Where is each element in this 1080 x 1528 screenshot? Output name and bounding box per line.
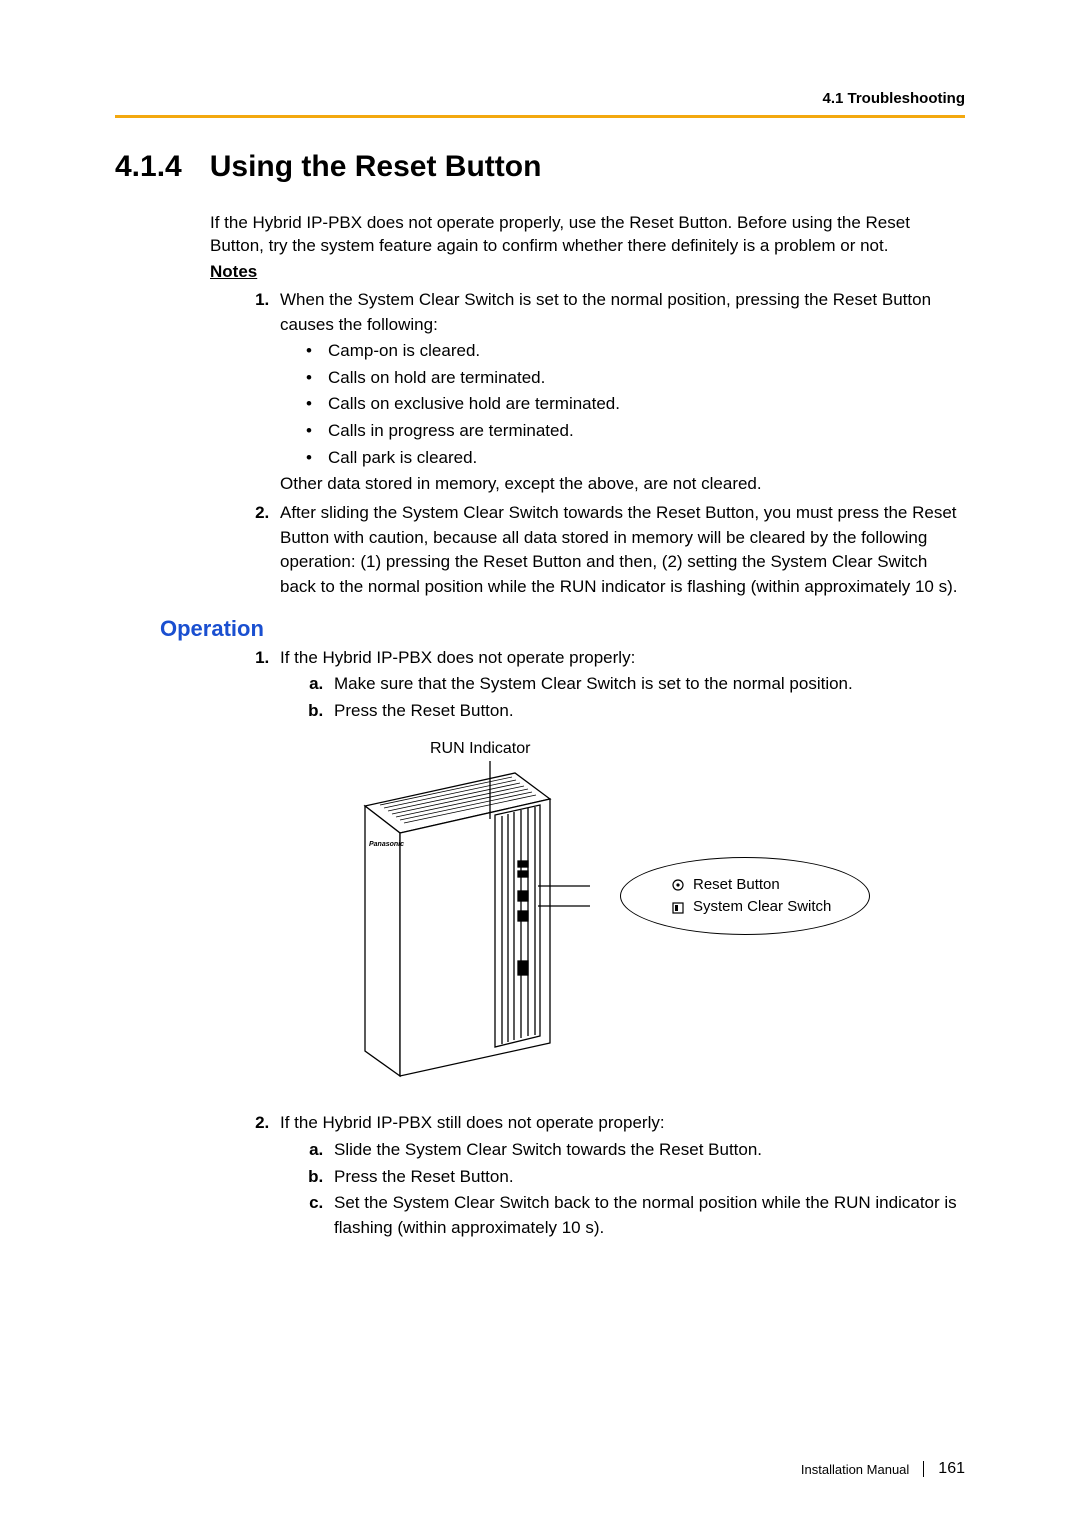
device-brand-label: Panasonic: [369, 841, 404, 848]
bullet-item: Camp-on is cleared.: [328, 339, 965, 364]
op-2-sublist: Slide the System Clear Switch towards th…: [280, 1138, 965, 1241]
note-1-bullets: Camp-on is cleared. Calls on hold are te…: [280, 339, 965, 470]
bullet-item: Calls on exclusive hold are terminated.: [328, 392, 965, 417]
section-title: Using the Reset Button: [210, 150, 542, 184]
footer-doc-title: Installation Manual: [801, 1462, 909, 1477]
callout-switch-row: System Clear Switch: [671, 896, 831, 919]
footer-divider: [923, 1461, 924, 1477]
callout-switch-label: System Clear Switch: [693, 896, 831, 919]
operation-block: If the Hybrid IP-PBX does not operate pr…: [210, 646, 965, 1241]
section-number: 4.1.4: [115, 150, 182, 184]
op-1-sub-a: Make sure that the System Clear Switch i…: [328, 672, 965, 697]
bullet-item: Call park is cleared.: [328, 446, 965, 471]
callout-reset-row: Reset Button: [671, 874, 780, 897]
op-2-lead: If the Hybrid IP-PBX still does not oper…: [280, 1113, 665, 1132]
header-rule: [115, 115, 965, 118]
note-1-lead: When the System Clear Switch is set to t…: [280, 290, 931, 334]
op-2-sub-c: Set the System Clear Switch back to the …: [328, 1191, 965, 1240]
note-item-1: When the System Clear Switch is set to t…: [274, 288, 965, 497]
notes-ordered-list: When the System Clear Switch is set to t…: [210, 288, 965, 600]
run-indicator-label: RUN Indicator: [430, 737, 530, 760]
note-2-text: After sliding the System Clear Switch to…: [280, 503, 957, 596]
intro-text: If the Hybrid IP-PBX does not operate pr…: [210, 212, 965, 258]
page: 4.1 Troubleshooting 4.1.4 Using the Rese…: [0, 0, 1080, 1528]
device-illustration: Panasonic: [340, 761, 590, 1091]
device-figure: RUN Indicator: [340, 737, 900, 1097]
running-header: 4.1 Troubleshooting: [115, 90, 965, 107]
section-heading: 4.1.4 Using the Reset Button: [115, 150, 965, 184]
operation-heading: Operation: [160, 616, 965, 642]
op-item-2: If the Hybrid IP-PBX still does not oper…: [274, 1111, 965, 1240]
bullet-item: Calls in progress are terminated.: [328, 419, 965, 444]
callout-bubble: Reset Button System Clear Switch: [620, 857, 870, 935]
page-footer: Installation Manual 161: [801, 1460, 965, 1478]
op-2-sub-a: Slide the System Clear Switch towards th…: [328, 1138, 965, 1163]
op-item-1: If the Hybrid IP-PBX does not operate pr…: [274, 646, 965, 1098]
bullet-item: Calls on hold are terminated.: [328, 366, 965, 391]
op-1-sublist: Make sure that the System Clear Switch i…: [280, 672, 965, 723]
page-number: 161: [938, 1460, 965, 1478]
system-clear-switch-icon: [671, 901, 685, 915]
callout-reset-label: Reset Button: [693, 874, 780, 897]
op-1-sub-b: Press the Reset Button.: [328, 699, 965, 724]
notes-list-block: When the System Clear Switch is set to t…: [210, 288, 965, 600]
reset-button-icon: [671, 878, 685, 892]
operation-ordered-list: If the Hybrid IP-PBX does not operate pr…: [210, 646, 965, 1241]
intro-block: If the Hybrid IP-PBX does not operate pr…: [210, 212, 965, 282]
notes-heading: Notes: [210, 262, 965, 282]
note-item-2: After sliding the System Clear Switch to…: [274, 501, 965, 600]
op-2-sub-b: Press the Reset Button.: [328, 1165, 965, 1190]
note-1-other: Other data stored in memory, except the …: [280, 472, 965, 497]
op-1-lead: If the Hybrid IP-PBX does not operate pr…: [280, 648, 635, 667]
